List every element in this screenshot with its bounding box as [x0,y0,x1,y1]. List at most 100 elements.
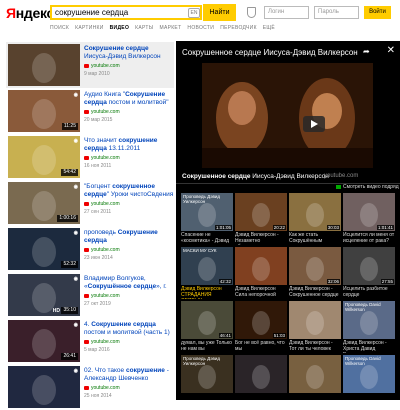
related-thumbnail[interactable] [289,355,341,393]
related-video[interactable]: 30:03 Как же стать Сокрушённым [289,193,341,245]
search-input[interactable] [52,7,172,18]
search-box[interactable]: ✕ [50,5,237,20]
result-source[interactable]: youtube.com [84,384,174,392]
login-field[interactable]: Логин [264,6,309,19]
result-title[interactable]: Сокрушение сердце Иисуса-Дэвид Вилкерсон [84,45,174,61]
related-thumbnail[interactable]: 1:01:41 [343,193,395,231]
result-title[interactable]: Аудио Книга "Сокрушение сердца постом и … [84,91,174,107]
related-thumbnail[interactable]: Проповедь Дэвид Уилкерсон 1:01:05 [181,193,233,231]
related-caption[interactable]: Дэвид Вилкерсон Сила непорочной жизни [235,286,287,299]
result-source[interactable]: youtube.com [84,108,174,116]
related-video[interactable]: Дэвид Вилкерсон - Тот ли ты человек [289,301,341,353]
result-title[interactable]: "Богцент сокрушенное сердце" Уроки чисто… [84,183,174,199]
shield-icon[interactable] [247,7,256,18]
result-item[interactable]: ◉ 54:42 Что значит сокрушение сердца 13.11… [6,134,174,180]
result-item[interactable]: ◉ 52:32 проповедь Сокрушение сердца youtube… [6,226,174,272]
close-icon[interactable]: ✕ [387,45,395,56]
related-thumbnail[interactable] [235,247,287,285]
result-thumbnail[interactable]: ◉ HD 35:10 [8,274,80,316]
video-frame[interactable] [202,63,373,168]
result-thumbnail[interactable] [8,44,80,86]
related-video[interactable]: Проповедь David Wilkerson Дэвид Вилкерсон… [343,301,395,353]
related-video[interactable]: 27:55 Исцелить разбитое сердце [343,247,395,299]
related-caption[interactable]: Дэвид Вилкерсон СТРАДАНИЯ СВЯТЫХ [181,286,233,299]
tab-more[interactable]: ЕЩЁ [263,25,275,35]
result-item[interactable]: ◉ 11:25 Аудио Книга "Сокрушение сердца пос… [6,88,174,134]
related-video[interactable]: Дэвид Вилкерсон Сила непорочной жизни [235,247,287,299]
tab-search[interactable]: ПОИСК [50,25,69,35]
result-item[interactable]: ◉ 26:41 4. Сокрушение сердца постом и моли… [6,318,174,364]
result-title[interactable]: 4. Сокрушение сердца постом и молитвой (… [84,321,174,337]
result-source[interactable]: youtube.com [84,246,174,254]
share-icon[interactable]: ➦ [363,47,370,56]
related-caption[interactable]: Дэвид Вилкерсон - Незаметно обращение [235,232,287,245]
related-caption[interactable]: Дэвид Вилкерсон - Тот ли ты человек [289,340,341,353]
related-caption[interactable]: Исцелить разбитое сердце [343,286,395,299]
result-title[interactable]: 02. Что такое сокрушение - Александр Шев… [84,367,174,383]
play-button[interactable] [303,116,325,132]
related-video[interactable]: Проповедь Дэвид Уилкерсон [181,355,233,407]
tab-maps[interactable]: КАРТЫ [135,25,153,35]
related-thumbnail[interactable]: Проповедь Дэвид Уилкерсон [181,355,233,393]
result-source[interactable]: youtube.com [84,200,174,208]
tab-translator[interactable]: ПЕРЕВОДЧИК [220,25,257,35]
player-source[interactable]: youtube.com [324,173,358,179]
result-source[interactable]: youtube.com [84,62,174,70]
related-caption[interactable] [181,394,233,407]
autoplay-toggle[interactable]: Смотреть видео подряд [336,184,399,190]
related-thumbnail[interactable]: 51:03 [235,301,287,339]
related-video[interactable]: МАСКИ МУ СУК 42:32 Дэвид Вилкерсон СТРАДАН… [181,247,233,299]
result-source[interactable]: youtube.com [84,292,174,300]
related-caption[interactable] [235,394,287,407]
login-button[interactable]: Войти [364,6,391,19]
result-source[interactable]: youtube.com [84,338,174,346]
related-thumbnail[interactable]: 20:22 [235,193,287,231]
result-thumbnail[interactable]: ◉ 26:41 [8,320,80,362]
result-thumbnail[interactable]: ◉ 54:42 [8,136,80,178]
related-caption[interactable]: Дэвид Вилкерсон - Сокрушенное сердце [289,286,341,299]
result-item[interactable]: ◉ 02. Что такое сокрушение - Александр Ше… [6,364,174,410]
tab-images[interactable]: КАРТИНКИ [75,25,104,35]
related-thumbnail[interactable]: Проповедь David Wilkerson [343,301,395,339]
related-thumbnail[interactable]: 46:41 [181,301,233,339]
result-item[interactable]: ◉ HD 35:10 Владимир Волгуков, «Сокрушённое … [6,272,174,318]
result-thumbnail[interactable]: ◉ 1:00:16 [8,182,80,224]
related-caption[interactable] [289,394,341,407]
related-caption[interactable]: думал, вы уже Только не нам вы [181,340,233,353]
result-source[interactable]: youtube.com [84,154,174,162]
player-title[interactable]: Сокрушенное сердце Иисуса-Дэвид Вилкерсо… [182,48,358,57]
find-button[interactable]: Найти [203,4,236,21]
related-thumbnail[interactable]: 27:55 [343,247,395,285]
tab-market[interactable]: МАРКЕТ [159,25,181,35]
tab-video[interactable]: ВИДЕО [110,25,130,35]
related-video[interactable]: 32:06 Дэвид Вилкерсон - Сокрушенное сердц… [289,247,341,299]
tab-news[interactable]: НОВОСТИ [187,25,214,35]
related-thumbnail[interactable] [289,301,341,339]
related-thumbnail[interactable] [235,355,287,393]
related-caption[interactable]: Дэвид Вилкерсон - Христа Давид Вилкерсон [343,340,395,353]
related-thumbnail[interactable]: 30:03 [289,193,341,231]
result-thumbnail[interactable]: ◉ 11:25 [8,90,80,132]
related-thumbnail[interactable]: МАСКИ МУ СУК 42:32 [181,247,233,285]
related-caption[interactable]: Исцелится ли меня от исцеление от рака? [343,232,395,245]
related-video[interactable]: Проповедь Дэвид Уилкерсон 1:01:05 Спасение… [181,193,233,245]
result-item[interactable]: ◉ 1:00:16 "Богцент сокрушенное сердце" Уро… [6,180,174,226]
related-video[interactable]: 20:22 Дэвид Вилкерсон - Незаметно обращен… [235,193,287,245]
related-caption[interactable]: Как же стать Сокрушённым [289,232,341,245]
result-title[interactable]: проповедь Сокрушение сердца [84,229,174,245]
password-field[interactable]: Пароль [314,6,359,19]
keyboard-icon[interactable]: EN [188,8,200,18]
related-video[interactable]: Проповедь David Wilkerson [343,355,395,407]
result-thumbnail[interactable]: ◉ [8,366,80,408]
related-video[interactable]: 46:41 думал, вы уже Только не нам вы [181,301,233,353]
related-video[interactable] [289,355,341,407]
related-caption[interactable] [343,394,395,407]
related-caption[interactable]: Спасение не «косметика» - Дэвид [181,232,233,245]
related-thumbnail[interactable]: Проповедь David Wilkerson [343,355,395,393]
result-title[interactable]: Владимир Волгуков, «Сокрушённое сердце»,… [84,275,174,291]
result-item[interactable]: Сокрушение сердце Иисуса-Дэвид Вилкерсон… [6,42,174,88]
related-thumbnail[interactable]: 32:06 [289,247,341,285]
result-title[interactable]: Что значит сокрушение сердца 13.11.2011 [84,137,174,153]
result-thumbnail[interactable]: ◉ 52:32 [8,228,80,270]
related-caption[interactable]: Бог не всё равно, что мы [235,340,287,353]
